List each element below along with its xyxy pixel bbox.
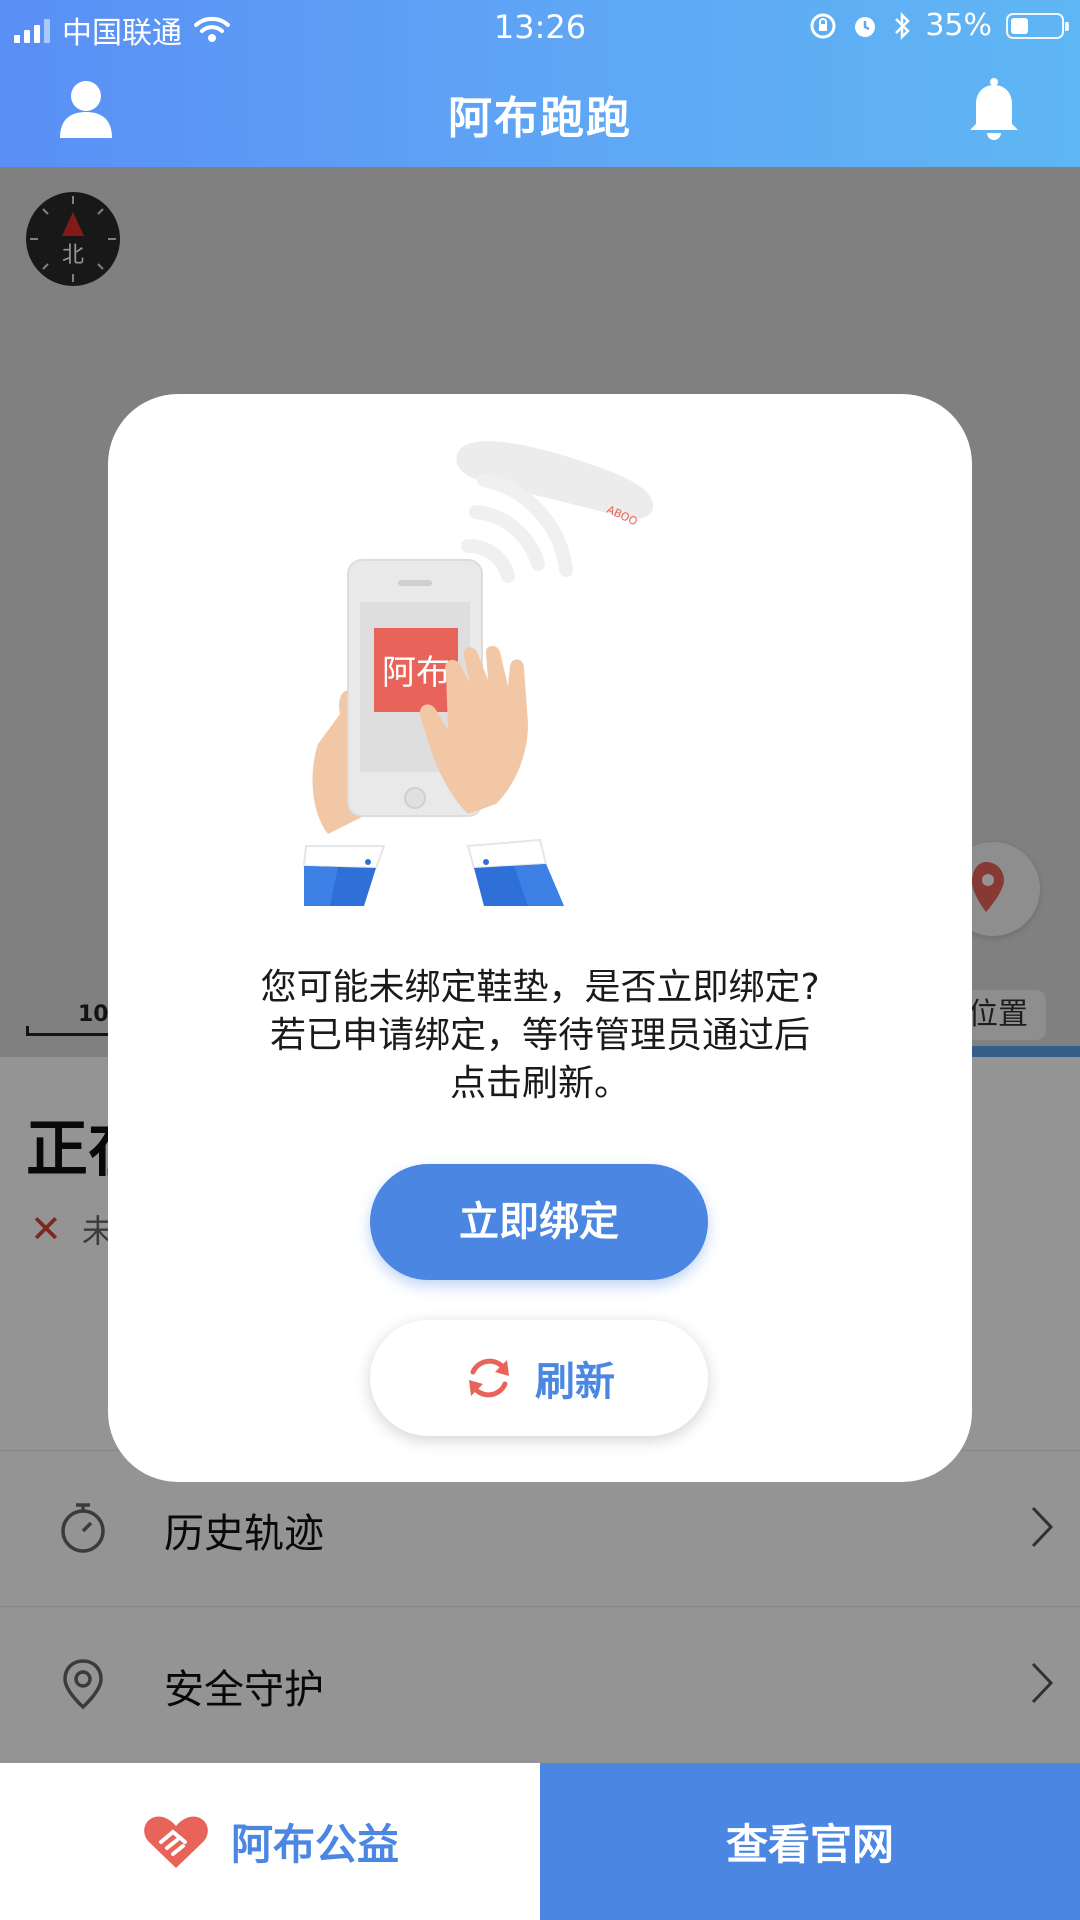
page-title: 阿布跑跑 [448,93,632,144]
bluetooth-icon [895,11,911,40]
dialog-message: 您可能未绑定鞋垫，是否立即绑定? 若已申请绑定，等待管理员通过后 点击刷新。 [148,964,932,1108]
heart-handshake-icon [144,1816,208,1868]
charity-tab-label: 阿布公益 [230,1820,399,1869]
website-tab[interactable]: 查看官网 [540,1763,1080,1920]
status-bar: 中国联通 13:26 35% [0,0,1080,56]
refresh-button[interactable]: 刷新 [370,1320,708,1436]
bottom-bar: 阿布公益 查看官网 [0,1763,1080,1920]
bind-now-button[interactable]: 立即绑定 [370,1164,708,1280]
battery-percent: 35% [925,8,992,43]
dialog-message-line-3: 点击刷新。 [449,1063,630,1104]
svg-text:阿布: 阿布 [382,653,450,693]
rotation-lock-icon [810,13,836,38]
charity-tab[interactable]: 阿布公益 [0,1763,540,1920]
battery-icon [1006,12,1069,39]
refresh-button-label: 刷新 [535,1359,615,1405]
bell-icon[interactable] [966,76,1022,140]
refresh-icon [469,1358,509,1398]
bind-dialog: ABOO 阿布 您可能未绑定鞋垫，是否立即绑定? 若已申请绑定，等待管理员通过后 [108,394,972,1482]
dialog-message-line-2: 若已申请绑定，等待管理员通过后 [269,1015,810,1056]
status-right: 35% [809,8,1069,43]
phone-binding-illustration: ABOO 阿布 [302,441,653,906]
dialog-message-line-1: 您可能未绑定鞋垫，是否立即绑定? [260,967,820,1008]
alarm-icon [855,16,876,37]
